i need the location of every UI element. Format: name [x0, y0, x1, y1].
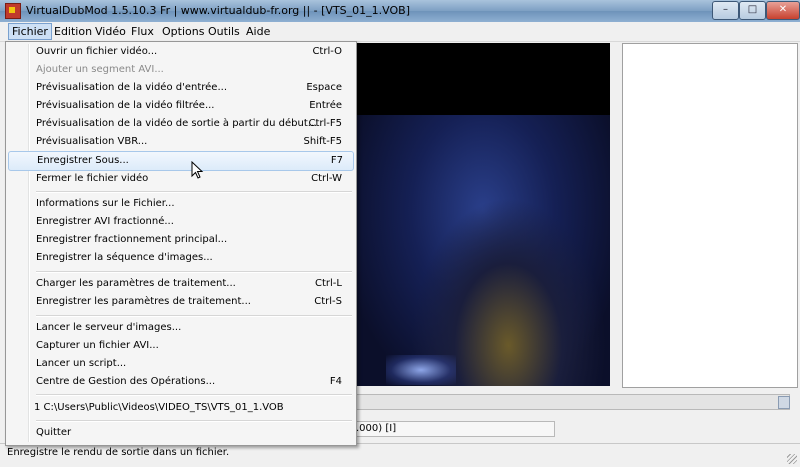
menu-item-frame-server[interactable]: Lancer le serveur d'images... [8, 319, 352, 337]
menu-item-preview-vbr[interactable]: Prévisualisation VBR... Shift-F5 [8, 133, 352, 151]
menu-item-shortcut: Ctrl-S [314, 296, 342, 307]
minimize-button[interactable]: – [712, 1, 739, 20]
menu-item-close-video[interactable]: Fermer le fichier vidéo Ctrl-W [8, 170, 352, 188]
menu-options[interactable]: Options [159, 24, 207, 39]
status-bar: Enregistre le rendu de sortie dans un fi… [0, 443, 800, 467]
close-icon: ✕ [778, 4, 788, 15]
maximize-button[interactable]: □ [739, 1, 766, 20]
menu-item-label: Prévisualisation de la vidéo d'entrée... [36, 82, 227, 93]
menu-item-shortcut: Ctrl-L [315, 278, 342, 289]
menu-separator [36, 191, 352, 193]
app-window: VirtualDubMod 1.5.10.3 Fr | www.virtuald… [0, 0, 800, 467]
menu-item-label: Enregistrer fractionnement principal... [36, 234, 228, 245]
title-bar[interactable]: VirtualDubMod 1.5.10.3 Fr | www.virtuald… [0, 0, 800, 23]
status-text: Enregistre le rendu de sortie dans un fi… [7, 447, 230, 458]
menu-item-save-main-split[interactable]: Enregistrer fractionnement principal... [8, 231, 352, 249]
resize-grip-icon[interactable] [787, 454, 797, 464]
menu-item-label: Prévisualisation de la vidéo filtrée... [36, 100, 215, 111]
menu-item-shortcut: Shift-F5 [303, 136, 342, 147]
menu-item-save-as[interactable]: Enregistrer Sous... F7 [8, 151, 354, 171]
menu-item-preview-output[interactable]: Prévisualisation de la vidéo de sortie à… [8, 115, 352, 133]
menu-item-quit[interactable]: Quitter [8, 424, 352, 442]
menu-item-label: Ajouter un segment AVI... [36, 64, 164, 75]
menu-item-shortcut: Ctrl-W [311, 173, 342, 184]
menu-item-shortcut: Espace [306, 82, 342, 93]
menu-item-label: Enregistrer les paramètres de traitement… [36, 296, 251, 307]
menu-item-recent-file-1[interactable]: 1 C:\Users\Public\Videos\VIDEO_TS\VTS_01… [8, 399, 352, 417]
menu-item-label: Prévisualisation VBR... [36, 136, 148, 147]
menu-item-label: 1 C:\Users\Public\Videos\VIDEO_TS\VTS_01… [34, 402, 284, 413]
menu-item-shortcut: Ctrl-O [312, 46, 342, 57]
menu-item-label: Fermer le fichier vidéo [36, 173, 149, 184]
menu-fichier[interactable]: Fichier [8, 23, 52, 40]
menu-item-label: Enregistrer Sous... [37, 155, 129, 166]
menu-item-run-script[interactable]: Lancer un script... [8, 355, 352, 373]
menu-item-label: Prévisualisation de la vidéo de sortie à… [36, 118, 318, 129]
window-title: VirtualDubMod 1.5.10.3 Fr | www.virtuald… [26, 4, 410, 17]
menu-item-save-settings[interactable]: Enregistrer les paramètres de traitement… [8, 293, 352, 311]
frame-info-box: .000) [I] [352, 421, 555, 437]
menu-edition[interactable]: Edition [51, 24, 95, 39]
menu-separator [36, 271, 352, 273]
menu-item-shortcut: Ctrl-F5 [308, 118, 342, 129]
video-light-area [386, 355, 456, 385]
virtualdub-app-icon[interactable] [5, 3, 21, 19]
menu-item-save-image-sequence[interactable]: Enregistrer la séquence d'images... [8, 249, 352, 267]
maximize-icon: □ [747, 4, 758, 15]
close-button[interactable]: ✕ [766, 1, 800, 20]
menu-item-shortcut: Entrée [309, 100, 342, 111]
menu-item-open-video[interactable]: Ouvrir un fichier vidéo... Ctrl-O [8, 43, 352, 61]
menu-video[interactable]: Vidéo [92, 24, 129, 39]
menu-flux[interactable]: Flux [128, 24, 157, 39]
output-video-pane[interactable] [622, 43, 798, 388]
menu-bar: Fichier Edition Vidéo Flux Options Outil… [0, 22, 800, 42]
menu-item-save-segmented-avi[interactable]: Enregistrer AVI fractionné... [8, 213, 352, 231]
input-video-pane[interactable] [356, 43, 610, 386]
file-menu-dropdown: Ouvrir un fichier vidéo... Ctrl-O Ajoute… [5, 41, 357, 446]
menu-separator [36, 394, 352, 396]
slider-thumb[interactable] [778, 396, 790, 409]
menu-item-shortcut: F4 [329, 376, 342, 387]
menu-item-label: Charger les paramètres de traitement... [36, 278, 236, 289]
menu-item-label: Lancer le serveur d'images... [36, 322, 182, 333]
menu-item-capture-avi[interactable]: Capturer un fichier AVI... [8, 337, 352, 355]
menu-item-shortcut: F7 [330, 155, 343, 166]
minimize-icon: – [723, 4, 728, 15]
menu-item-label: Enregistrer la séquence d'images... [36, 252, 213, 263]
mouse-pointer-icon [191, 161, 204, 179]
position-slider[interactable] [352, 394, 790, 410]
menu-item-load-settings[interactable]: Charger les paramètres de traitement... … [8, 275, 352, 293]
menu-item-preview-input[interactable]: Prévisualisation de la vidéo d'entrée...… [8, 79, 352, 97]
menu-item-label: Lancer un script... [36, 358, 127, 369]
menu-item-label: Ouvrir un fichier vidéo... [36, 46, 158, 57]
menu-item-preview-filtered[interactable]: Prévisualisation de la vidéo filtrée... … [8, 97, 352, 115]
menu-item-label: Informations sur le Fichier... [36, 198, 175, 209]
menu-outils[interactable]: Outils [205, 24, 243, 39]
menu-item-job-control[interactable]: Centre de Gestion des Opérations... F4 [8, 373, 352, 391]
menu-separator [36, 420, 352, 422]
menu-item-file-info[interactable]: Informations sur le Fichier... [8, 195, 352, 213]
menu-separator [36, 315, 352, 317]
menu-item-label: Capturer un fichier AVI... [36, 340, 159, 351]
menu-item-label: Quitter [36, 427, 72, 438]
menu-item-label: Enregistrer AVI fractionné... [36, 216, 174, 227]
menu-item-label: Centre de Gestion des Opérations... [36, 376, 216, 387]
menu-aide[interactable]: Aide [243, 24, 273, 39]
menu-item-append-avi: Ajouter un segment AVI... [8, 61, 352, 79]
video-frame-image [356, 115, 610, 386]
